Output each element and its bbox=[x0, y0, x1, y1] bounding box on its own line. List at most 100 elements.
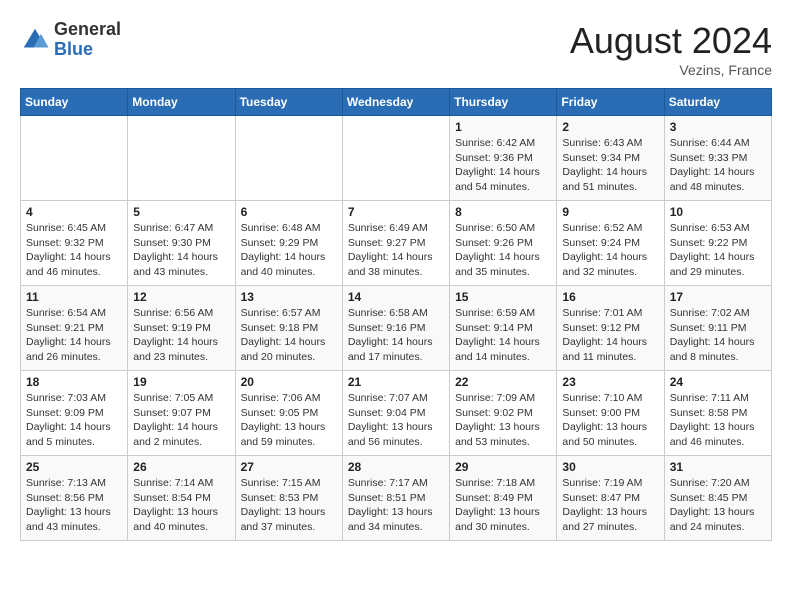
day-info-21: Sunrise: 7:07 AMSunset: 9:04 PMDaylight:… bbox=[348, 391, 444, 450]
calendar-cell-w4-d3: 20Sunrise: 7:06 AMSunset: 9:05 PMDayligh… bbox=[235, 371, 342, 456]
day-info-2: Sunrise: 6:43 AMSunset: 9:34 PMDaylight:… bbox=[562, 136, 658, 195]
day-number-3: 3 bbox=[670, 120, 766, 134]
day-info-20: Sunrise: 7:06 AMSunset: 9:05 PMDaylight:… bbox=[241, 391, 337, 450]
day-info-19: Sunrise: 7:05 AMSunset: 9:07 PMDaylight:… bbox=[133, 391, 229, 450]
day-number-11: 11 bbox=[26, 290, 122, 304]
day-number-1: 1 bbox=[455, 120, 551, 134]
day-number-9: 9 bbox=[562, 205, 658, 219]
day-info-5: Sunrise: 6:47 AMSunset: 9:30 PMDaylight:… bbox=[133, 221, 229, 280]
calendar-week-5: 25 Sunrise: 7:13 AMSunset: 8:56 PMDayligh… bbox=[21, 456, 772, 541]
logo: General Blue bbox=[20, 20, 121, 60]
day-info-22: Sunrise: 7:09 AMSunset: 9:02 PMDaylight:… bbox=[455, 391, 551, 450]
logo-blue-text: Blue bbox=[54, 40, 121, 60]
calendar-cell-w1-d1 bbox=[21, 116, 128, 201]
day-number-17: 17 bbox=[670, 290, 766, 304]
day-number-13: 13 bbox=[241, 290, 337, 304]
calendar-cell-w5-d3: 27 Sunrise: 7:15 AMSunset: 8:53 PMDayligh… bbox=[235, 456, 342, 541]
calendar-cell-w5-d1: 25 Sunrise: 7:13 AMSunset: 8:56 PMDayligh… bbox=[21, 456, 128, 541]
day-info-17: Sunrise: 7:02 AMSunset: 9:11 PMDaylight:… bbox=[670, 306, 766, 365]
calendar-cell-w3-d5: 15Sunrise: 6:59 AMSunset: 9:14 PMDayligh… bbox=[450, 286, 557, 371]
day-info-1: Sunrise: 6:42 AMSunset: 9:36 PMDaylight:… bbox=[455, 136, 551, 195]
day-number-7: 7 bbox=[348, 205, 444, 219]
day-info-3: Sunrise: 6:44 AMSunset: 9:33 PMDaylight:… bbox=[670, 136, 766, 195]
calendar-cell-w5-d6: 30Sunrise: 7:19 AMSunset: 8:47 PMDayligh… bbox=[557, 456, 664, 541]
calendar-cell-w2-d3: 6 Sunrise: 6:48 AMSunset: 9:29 PMDaylight… bbox=[235, 201, 342, 286]
day-info-29: Sunrise: 7:18 AMSunset: 8:49 PMDaylight:… bbox=[455, 476, 551, 535]
day-info-23: Sunrise: 7:10 AMSunset: 9:00 PMDaylight:… bbox=[562, 391, 658, 450]
calendar-cell-w4-d2: 19 Sunrise: 7:05 AMSunset: 9:07 PMDayligh… bbox=[128, 371, 235, 456]
day-number-12: 12 bbox=[133, 290, 229, 304]
day-info-8: Sunrise: 6:50 AMSunset: 9:26 PMDaylight:… bbox=[455, 221, 551, 280]
calendar-cell-w4-d1: 18 Sunrise: 7:03 AMSunset: 9:09 PMDayligh… bbox=[21, 371, 128, 456]
col-sunday: Sunday bbox=[21, 89, 128, 116]
day-number-6: 6 bbox=[241, 205, 337, 219]
day-number-27: 27 bbox=[241, 460, 337, 474]
calendar-cell-w2-d4: 7 Sunrise: 6:49 AMSunset: 9:27 PMDaylight… bbox=[342, 201, 449, 286]
day-number-25: 25 bbox=[26, 460, 122, 474]
day-number-8: 8 bbox=[455, 205, 551, 219]
day-info-24: Sunrise: 7:11 AMSunset: 8:58 PMDaylight:… bbox=[670, 391, 766, 450]
day-number-19: 19 bbox=[133, 375, 229, 389]
day-info-25: Sunrise: 7:13 AMSunset: 8:56 PMDaylight:… bbox=[26, 476, 122, 535]
col-monday: Monday bbox=[128, 89, 235, 116]
calendar-cell-w5-d2: 26 Sunrise: 7:14 AMSunset: 8:54 PMDayligh… bbox=[128, 456, 235, 541]
day-info-6: Sunrise: 6:48 AMSunset: 9:29 PMDaylight:… bbox=[241, 221, 337, 280]
day-info-16: Sunrise: 7:01 AMSunset: 9:12 PMDaylight:… bbox=[562, 306, 658, 365]
calendar-header-row: Sunday Monday Tuesday Wednesday Thursday… bbox=[21, 89, 772, 116]
day-info-11: Sunrise: 6:54 AMSunset: 9:21 PMDaylight:… bbox=[26, 306, 122, 365]
logo-general-text: General bbox=[54, 20, 121, 40]
title-area: August 2024 Vezins, France bbox=[570, 20, 772, 78]
calendar-cell-w2-d6: 9 Sunrise: 6:52 AMSunset: 9:24 PMDaylight… bbox=[557, 201, 664, 286]
day-number-29: 29 bbox=[455, 460, 551, 474]
calendar-table: Sunday Monday Tuesday Wednesday Thursday… bbox=[20, 88, 772, 541]
calendar-cell-w4-d5: 22Sunrise: 7:09 AMSunset: 9:02 PMDayligh… bbox=[450, 371, 557, 456]
calendar-week-1: 1 Sunrise: 6:42 AMSunset: 9:36 PMDaylight… bbox=[21, 116, 772, 201]
day-info-28: Sunrise: 7:17 AMSunset: 8:51 PMDaylight:… bbox=[348, 476, 444, 535]
col-tuesday: Tuesday bbox=[235, 89, 342, 116]
day-number-4: 4 bbox=[26, 205, 122, 219]
calendar-cell-w1-d5: 1 Sunrise: 6:42 AMSunset: 9:36 PMDaylight… bbox=[450, 116, 557, 201]
day-info-4: Sunrise: 6:45 AMSunset: 9:32 PMDaylight:… bbox=[26, 221, 122, 280]
calendar-week-2: 4 Sunrise: 6:45 AMSunset: 9:32 PMDaylight… bbox=[21, 201, 772, 286]
calendar-cell-w1-d2 bbox=[128, 116, 235, 201]
location-subtitle: Vezins, France bbox=[570, 62, 772, 78]
calendar-cell-w4-d7: 24Sunrise: 7:11 AMSunset: 8:58 PMDayligh… bbox=[664, 371, 771, 456]
calendar-cell-w3-d7: 17 Sunrise: 7:02 AMSunset: 9:11 PMDayligh… bbox=[664, 286, 771, 371]
day-number-14: 14 bbox=[348, 290, 444, 304]
day-info-7: Sunrise: 6:49 AMSunset: 9:27 PMDaylight:… bbox=[348, 221, 444, 280]
calendar-cell-w2-d1: 4 Sunrise: 6:45 AMSunset: 9:32 PMDaylight… bbox=[21, 201, 128, 286]
day-number-31: 31 bbox=[670, 460, 766, 474]
calendar-cell-w4-d6: 23 Sunrise: 7:10 AMSunset: 9:00 PMDayligh… bbox=[557, 371, 664, 456]
calendar-cell-w1-d6: 2 Sunrise: 6:43 AMSunset: 9:34 PMDaylight… bbox=[557, 116, 664, 201]
day-info-26: Sunrise: 7:14 AMSunset: 8:54 PMDaylight:… bbox=[133, 476, 229, 535]
calendar-cell-w1-d4 bbox=[342, 116, 449, 201]
day-number-5: 5 bbox=[133, 205, 229, 219]
day-info-27: Sunrise: 7:15 AMSunset: 8:53 PMDaylight:… bbox=[241, 476, 337, 535]
calendar-cell-w2-d5: 8 Sunrise: 6:50 AMSunset: 9:26 PMDaylight… bbox=[450, 201, 557, 286]
day-info-13: Sunrise: 6:57 AMSunset: 9:18 PMDaylight:… bbox=[241, 306, 337, 365]
calendar-cell-w3-d2: 12 Sunrise: 6:56 AMSunset: 9:19 PMDayligh… bbox=[128, 286, 235, 371]
day-number-18: 18 bbox=[26, 375, 122, 389]
logo-icon bbox=[20, 25, 50, 55]
day-info-12: Sunrise: 6:56 AMSunset: 9:19 PMDaylight:… bbox=[133, 306, 229, 365]
calendar-cell-w5-d4: 28 Sunrise: 7:17 AMSunset: 8:51 PMDayligh… bbox=[342, 456, 449, 541]
calendar-week-4: 18 Sunrise: 7:03 AMSunset: 9:09 PMDayligh… bbox=[21, 371, 772, 456]
calendar-cell-w5-d5: 29 Sunrise: 7:18 AMSunset: 8:49 PMDayligh… bbox=[450, 456, 557, 541]
calendar-cell-w3-d3: 13 Sunrise: 6:57 AMSunset: 9:18 PMDayligh… bbox=[235, 286, 342, 371]
day-number-2: 2 bbox=[562, 120, 658, 134]
day-number-30: 30 bbox=[562, 460, 658, 474]
calendar-week-3: 11 Sunrise: 6:54 AMSunset: 9:21 PMDayligh… bbox=[21, 286, 772, 371]
calendar-cell-w3-d6: 16Sunrise: 7:01 AMSunset: 9:12 PMDayligh… bbox=[557, 286, 664, 371]
month-year-title: August 2024 bbox=[570, 20, 772, 62]
calendar-cell-w1-d7: 3 Sunrise: 6:44 AMSunset: 9:33 PMDaylight… bbox=[664, 116, 771, 201]
calendar-cell-w2-d2: 5 Sunrise: 6:47 AMSunset: 9:30 PMDaylight… bbox=[128, 201, 235, 286]
day-info-14: Sunrise: 6:58 AMSunset: 9:16 PMDaylight:… bbox=[348, 306, 444, 365]
col-thursday: Thursday bbox=[450, 89, 557, 116]
calendar-cell-w3-d4: 14 Sunrise: 6:58 AMSunset: 9:16 PMDayligh… bbox=[342, 286, 449, 371]
day-number-26: 26 bbox=[133, 460, 229, 474]
day-number-28: 28 bbox=[348, 460, 444, 474]
day-number-23: 23 bbox=[562, 375, 658, 389]
day-info-9: Sunrise: 6:52 AMSunset: 9:24 PMDaylight:… bbox=[562, 221, 658, 280]
page-header: General Blue August 2024 Vezins, France bbox=[20, 20, 772, 78]
day-info-18: Sunrise: 7:03 AMSunset: 9:09 PMDaylight:… bbox=[26, 391, 122, 450]
